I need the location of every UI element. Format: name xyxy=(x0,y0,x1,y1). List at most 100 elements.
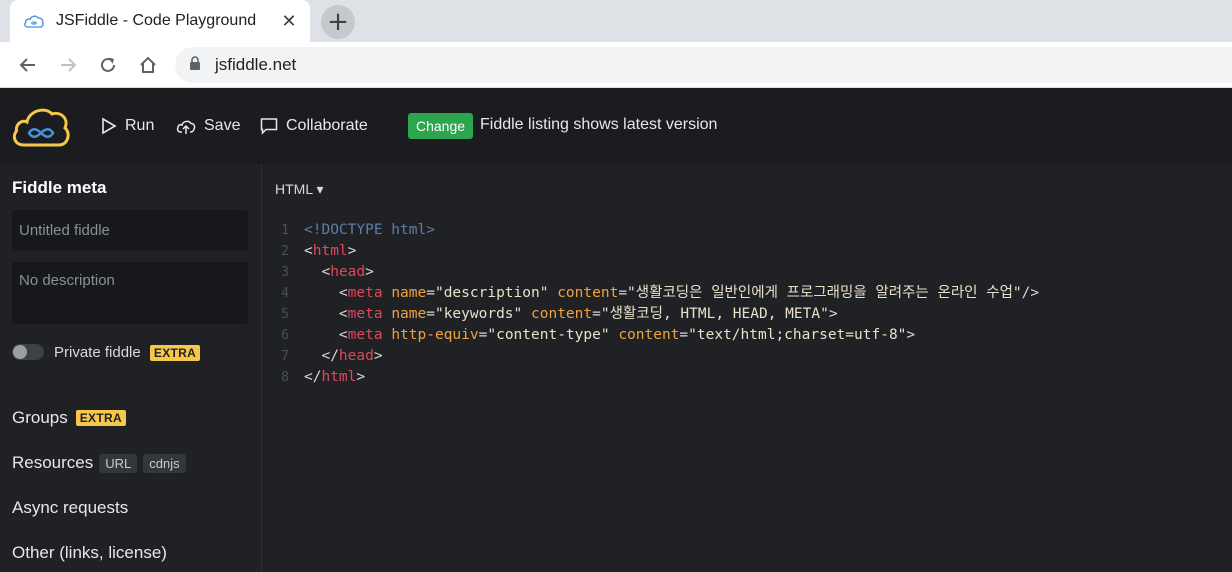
toggle-knob xyxy=(13,345,27,359)
code-token: > xyxy=(365,264,374,280)
run-button[interactable]: Run xyxy=(101,88,154,164)
code-token: = xyxy=(592,306,601,322)
back-arrow-icon[interactable] xyxy=(13,50,43,80)
line-number: 1 xyxy=(281,223,289,238)
code-token: > xyxy=(828,306,838,322)
browser-toolbar: jsfiddle.net xyxy=(0,42,1232,88)
run-label: Run xyxy=(125,117,155,134)
extra-badge: EXTRA xyxy=(75,410,126,426)
code-line[interactable]: 7 </head> xyxy=(263,346,1232,367)
code-token: > xyxy=(373,348,383,364)
fiddle-meta-sidebar: Fiddle meta Untitled fiddle No descripti… xyxy=(0,164,262,572)
sidebar-item-groups[interactable]: Groups EXTRA xyxy=(12,408,126,428)
play-icon xyxy=(102,117,117,135)
lock-icon xyxy=(189,55,201,75)
sidebar-heading: Fiddle meta xyxy=(12,178,107,197)
jsfiddle-favicon-icon xyxy=(24,13,46,29)
line-source: <html> xyxy=(295,241,356,262)
private-fiddle-label: Private fiddle EXTRA xyxy=(54,344,201,361)
resources-label: Resources xyxy=(12,453,94,472)
browser-tab[interactable]: JSFiddle - Code Playground ✕ xyxy=(10,0,310,42)
sidebar-item-async-requests[interactable]: Async requests xyxy=(12,498,128,518)
line-number: 4 xyxy=(281,286,289,301)
code-token: = xyxy=(618,285,628,301)
tab-close-icon[interactable]: ✕ xyxy=(274,6,304,36)
code-token: = xyxy=(679,327,689,343)
code-token: "keywords" xyxy=(434,306,523,322)
code-token: < xyxy=(304,306,348,322)
fiddle-title-placeholder: Untitled fiddle xyxy=(19,222,110,239)
code-token: > xyxy=(347,243,357,259)
line-source: <meta http-equiv="content-type" content=… xyxy=(295,325,915,346)
code-token: < xyxy=(304,285,348,301)
code-token: < xyxy=(304,264,331,280)
code-token: content xyxy=(557,285,619,301)
url-text: jsfiddle.net xyxy=(215,55,297,74)
save-button[interactable]: Save xyxy=(176,88,240,164)
line-number: 7 xyxy=(281,349,289,364)
code-line[interactable]: 3 <head> xyxy=(263,262,1232,283)
code-line[interactable]: 4 <meta name="description" content="생활코딩… xyxy=(263,283,1232,304)
address-bar[interactable]: jsfiddle.net xyxy=(175,47,1232,83)
code-token: < xyxy=(304,243,313,259)
code-token: content xyxy=(618,327,680,343)
code-token: head xyxy=(338,348,374,364)
browser-tabstrip: JSFiddle - Code Playground ✕ + xyxy=(0,0,1232,42)
code-token: "description" xyxy=(434,285,549,301)
cloud-upload-icon xyxy=(176,120,196,134)
code-token: meta xyxy=(347,306,383,322)
home-icon[interactable] xyxy=(133,50,163,80)
code-line[interactable]: 6 <meta http-equiv = "content-type" conten… xyxy=(263,325,1232,346)
fiddle-description-input[interactable]: No description xyxy=(12,262,248,324)
forward-arrow-icon[interactable] xyxy=(53,50,83,80)
collaborate-button[interactable]: Collaborate xyxy=(260,88,368,164)
code-line[interactable]: 1 <!DOCTYPE html> xyxy=(263,220,1232,241)
line-number: 6 xyxy=(281,328,289,343)
code-token: </ xyxy=(304,369,322,385)
tab-title: JSFiddle - Code Playground xyxy=(56,12,257,29)
listing-status-text: Fiddle listing shows latest version xyxy=(480,116,718,133)
private-fiddle-text: Private fiddle xyxy=(54,344,141,361)
sidebar-item-resources[interactable]: Resources URL cdnjs xyxy=(12,453,186,473)
code-token: head xyxy=(330,264,366,280)
code-token: /> xyxy=(1021,285,1040,301)
private-fiddle-toggle[interactable] xyxy=(12,344,44,360)
language-select[interactable]: HTML ▾ xyxy=(275,181,324,198)
sidebar-item-other[interactable]: Other (links, license) xyxy=(12,543,167,563)
code-token: name xyxy=(391,285,427,301)
collaborate-label: Collaborate xyxy=(286,117,368,134)
code-token: content xyxy=(531,306,593,322)
code-line[interactable]: 2 <html> xyxy=(263,241,1232,262)
code-editor[interactable]: 1 <!DOCTYPE html> 2 <html> 3 <head> 4 <meta n… xyxy=(263,220,1232,388)
fiddle-description-placeholder: No description xyxy=(19,272,115,289)
code-token: html xyxy=(321,369,357,385)
html-editor-panel: HTML ▾ 1 <!DOCTYPE html> 2 <html> 3 <head> 4 … xyxy=(263,164,1232,572)
code-token: meta xyxy=(347,327,383,343)
code-token: > xyxy=(356,369,366,385)
code-token: "생활코딩, HTML, HEAD, META" xyxy=(600,306,829,322)
line-source: <meta name="description" content="생활코딩은 … xyxy=(295,283,1039,304)
app-header: Run Save Collaborate Change Fiddle listi… xyxy=(0,88,1232,164)
code-token: http-equiv xyxy=(391,327,479,343)
jsfiddle-logo-icon[interactable] xyxy=(12,104,72,148)
line-source: </head> xyxy=(295,346,383,367)
line-number: 3 xyxy=(281,265,289,280)
code-line[interactable]: 8 </html> xyxy=(263,367,1232,388)
line-number: 2 xyxy=(281,244,289,259)
code-token: = xyxy=(426,285,435,301)
new-tab-button[interactable]: + xyxy=(321,5,355,39)
fiddle-title-input[interactable]: Untitled fiddle xyxy=(12,210,248,251)
save-label: Save xyxy=(204,117,241,134)
change-button[interactable]: Change xyxy=(408,113,474,139)
code-line[interactable]: 5 <meta name="keywords" content="생활코딩, H… xyxy=(263,304,1232,325)
line-source: <!DOCTYPE html> xyxy=(295,220,435,241)
code-token: "content-type" xyxy=(487,327,610,343)
reload-icon[interactable] xyxy=(93,50,123,80)
code-token: html xyxy=(312,243,348,259)
code-token: meta xyxy=(347,285,383,301)
